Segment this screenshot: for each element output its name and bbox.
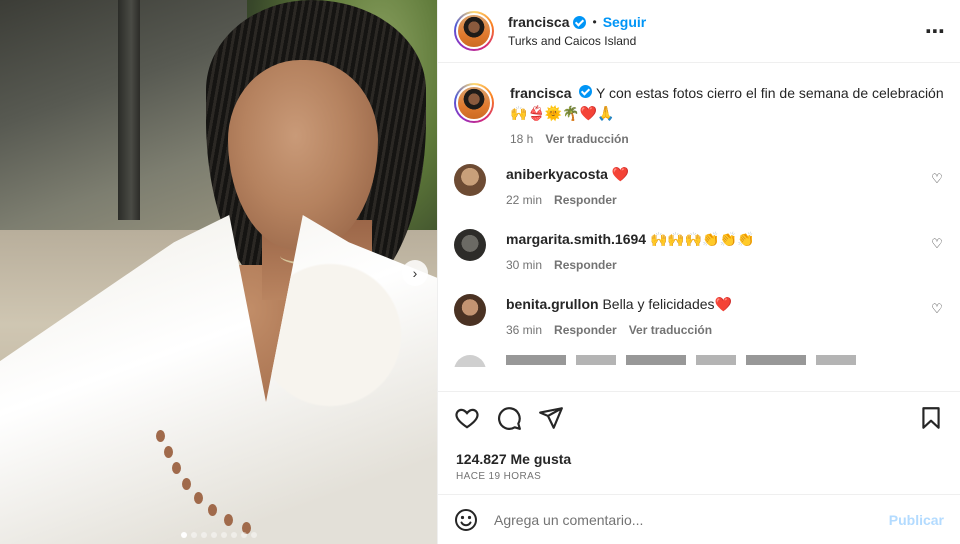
share-icon[interactable]: [538, 405, 564, 431]
truncated-comment: [506, 355, 866, 365]
more-options-icon[interactable]: ⋯: [925, 19, 946, 44]
comment-time: 36 min: [506, 323, 543, 337]
comment-time: 30 min: [506, 258, 543, 272]
folded-hands-emoji: 🙏: [597, 106, 615, 122]
commenter-avatar[interactable]: [454, 355, 486, 367]
reply-button[interactable]: Responder: [554, 323, 617, 337]
bikini-emoji: 👙: [527, 106, 545, 122]
verified-badge-icon: [573, 15, 587, 29]
bookmark-icon[interactable]: [918, 405, 944, 431]
comment-row: benita.grullon Bella y felicidades❤️ 36 …: [454, 294, 944, 337]
raised-hands-emoji: 🙌: [649, 232, 668, 248]
next-photo-chevron-icon[interactable]: ›: [402, 260, 428, 286]
raised-hands-emoji: 🙌: [667, 232, 685, 248]
reply-button[interactable]: Responder: [554, 193, 617, 207]
instagram-post-viewer: › francisca • Seguir Turks and Caicos Is…: [0, 0, 960, 544]
author-username[interactable]: francisca: [508, 14, 569, 30]
comment-like-heart-icon[interactable]: ♡: [930, 172, 944, 186]
heart-icon[interactable]: [454, 405, 480, 431]
comment-row: margarita.smith.1694 🙌🙌🙌👏👏👏 30 min Respo…: [454, 229, 944, 272]
sun-emoji: 🌞: [544, 106, 563, 122]
post-comment-button[interactable]: Publicar: [889, 512, 944, 528]
red-heart-emoji: ❤️: [611, 167, 630, 183]
commenter-avatar[interactable]: [454, 164, 486, 196]
author-meta: francisca • Seguir Turks and Caicos Isla…: [508, 14, 646, 48]
post-side-panel: francisca • Seguir Turks and Caicos Isla…: [437, 0, 960, 544]
comment-icon[interactable]: [496, 405, 522, 431]
post-timestamp: HACE 19 HORAS: [456, 471, 542, 482]
comment-translate-link[interactable]: Ver traducción: [629, 323, 712, 337]
verified-badge-icon: [579, 85, 593, 98]
post-caption: francisca Y con estas fotos cierro el fi…: [454, 63, 944, 146]
carousel-dot: [210, 532, 217, 538]
commenter-avatar[interactable]: [454, 294, 486, 326]
red-heart-emoji: ❤️: [714, 297, 732, 313]
red-heart-emoji: ❤️: [579, 106, 598, 122]
post-photo[interactable]: ›: [0, 0, 437, 544]
comment-like-heart-icon[interactable]: ♡: [930, 302, 944, 316]
post-location[interactable]: Turks and Caicos Island: [508, 34, 646, 48]
caption-body: Y con estas fotos cierro el fin de seman…: [596, 85, 944, 101]
emoji-picker-icon[interactable]: [454, 508, 478, 532]
clapping-hands-emoji: 👏: [737, 232, 755, 248]
commenter-avatar[interactable]: [454, 229, 486, 261]
caption-avatar[interactable]: [454, 83, 494, 123]
carousel-dot: [180, 532, 187, 538]
comments-list[interactable]: francisca Y con estas fotos cierro el fi…: [438, 63, 960, 391]
reply-button[interactable]: Responder: [554, 258, 617, 272]
raised-hands-emoji: 🙌: [684, 232, 703, 248]
comment-composer: Publicar: [438, 494, 960, 544]
separator-bullet: •: [592, 15, 597, 29]
comment-like-heart-icon[interactable]: ♡: [930, 237, 944, 251]
post-actions-bar: [438, 391, 960, 443]
photo-lace-detail: [150, 420, 290, 540]
comment-row-partial: [454, 355, 944, 367]
raised-hands-emoji: 🙌: [510, 106, 528, 122]
comment-username[interactable]: benita.grullon: [506, 296, 599, 312]
comment-body: Bella y felicidades: [602, 296, 715, 312]
photo-door-frame: [118, 0, 140, 220]
carousel-dots: [0, 532, 437, 538]
author-avatar[interactable]: [454, 11, 494, 51]
comment-username[interactable]: margarita.smith.1694: [506, 231, 646, 247]
caption-username[interactable]: francisca: [510, 85, 571, 101]
caption-translate-link[interactable]: Ver traducción: [545, 132, 628, 146]
comment-username[interactable]: aniberkyacosta: [506, 166, 608, 182]
comment-time: 22 min: [506, 193, 543, 207]
caption-text: francisca Y con estas fotos cierro el fi…: [510, 83, 944, 124]
carousel-dot: [200, 532, 207, 538]
comment-row: aniberkyacosta ❤️ 22 min Responder ♡: [454, 164, 944, 207]
carousel-dot: [230, 532, 237, 538]
likes-count[interactable]: 124.827 Me gusta: [438, 451, 960, 467]
carousel-dot: [250, 532, 257, 538]
follow-button[interactable]: Seguir: [603, 14, 647, 30]
post-header: francisca • Seguir Turks and Caicos Isla…: [438, 0, 960, 63]
carousel-dot: [190, 532, 197, 538]
clapping-hands-emoji: 👏: [702, 232, 720, 248]
carousel-dot: [220, 532, 227, 538]
carousel-dot: [240, 532, 247, 538]
palm-tree-emoji: 🌴: [562, 106, 580, 122]
clapping-hands-emoji: 👏: [719, 232, 738, 248]
caption-time: 18 h: [510, 132, 534, 146]
comment-input[interactable]: [494, 511, 889, 528]
